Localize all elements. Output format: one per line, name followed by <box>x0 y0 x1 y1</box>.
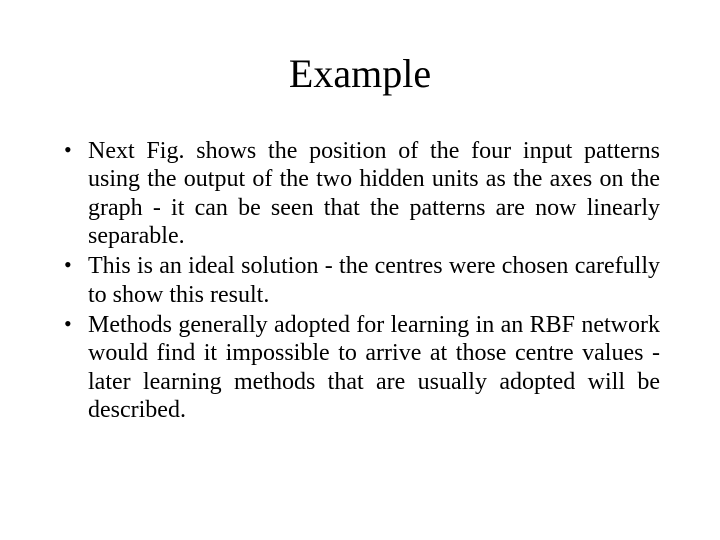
list-item: This is an ideal solution - the centres … <box>60 252 660 309</box>
bullet-list: Next Fig. shows the position of the four… <box>60 137 660 424</box>
slide-title: Example <box>60 50 660 97</box>
list-item: Next Fig. shows the position of the four… <box>60 137 660 250</box>
slide: Example Next Fig. shows the position of … <box>0 0 720 540</box>
list-item: Methods generally adopted for learning i… <box>60 311 660 424</box>
